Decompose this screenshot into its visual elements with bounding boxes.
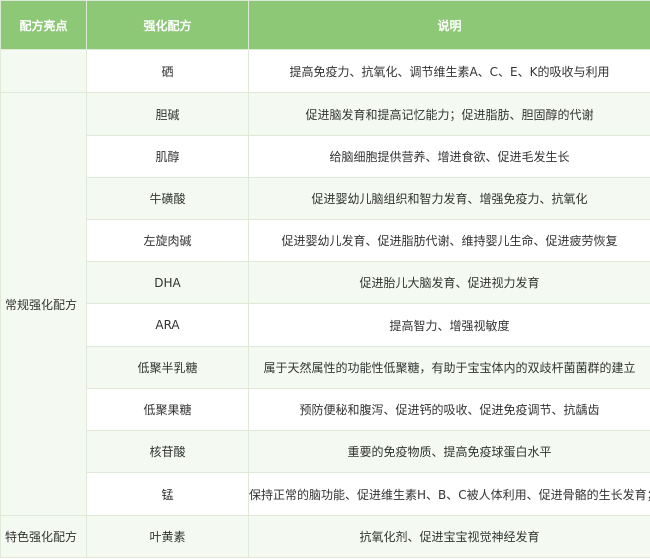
formula-name: 牛磺酸 bbox=[86, 177, 249, 220]
table-row: 硒 提高免疫力、抗氧化、调节维生素A、C、E、K的吸收与利用 bbox=[0, 49, 650, 93]
formula-name: 低聚果糖 bbox=[86, 388, 249, 431]
formula-description: 提高智力、增强视敏度 bbox=[248, 303, 650, 347]
formula-name: 胆碱 bbox=[86, 92, 249, 136]
formula-name: 低聚半乳糖 bbox=[86, 346, 249, 389]
table-row: 低聚半乳糖 属于天然属性的功能性低聚糖，有助于宝宝体内的双歧杆菌菌群的建立 bbox=[1, 346, 650, 389]
header-description: 说明 bbox=[248, 0, 650, 50]
formula-name: DHA bbox=[86, 261, 249, 304]
formula-name: 左旋肉碱 bbox=[86, 219, 249, 262]
formula-description: 促进婴幼儿脑组织和智力发育、增强免疫力、抗氧化 bbox=[248, 177, 650, 220]
table-row: 核苷酸 重要的免疫物质、提高免疫球蛋白水平 bbox=[1, 430, 650, 473]
group-label: 常规强化配方 bbox=[0, 92, 87, 516]
formula-name: 核苷酸 bbox=[86, 430, 249, 473]
table-row: ARA 提高智力、增强视敏度 bbox=[1, 303, 650, 347]
formula-description: 重要的免疫物质、提高免疫球蛋白水平 bbox=[248, 430, 650, 473]
formula-name: 叶黄素 bbox=[86, 515, 249, 558]
table-row: 肌醇 给脑细胞提供营养、增进食欲、促进毛发生长 bbox=[1, 135, 650, 178]
formula-description: 保持正常的脑功能、促进维生素H、B、C被人体利用、促进骨骼的生长发育； bbox=[248, 472, 650, 516]
formula-name: ARA bbox=[86, 303, 249, 347]
formula-description: 抗氧化剂、促进宝宝视觉神经发育 bbox=[248, 515, 650, 558]
formula-description: 给脑细胞提供营养、增进食欲、促进毛发生长 bbox=[248, 135, 650, 178]
table-header-row: 配方亮点 强化配方 说明 bbox=[0, 0, 650, 50]
table-row: DHA 促进胎儿大脑发育、促进视力发育 bbox=[1, 261, 650, 304]
formula-table: 配方亮点 强化配方 说明 硒 提高免疫力、抗氧化、调节维生素A、C、E、K的吸收… bbox=[0, 0, 650, 558]
table-row: 常规强化配方 胆碱 促进脑发育和提高记忆能力；促进脂肪、胆固醇的代谢 bbox=[0, 92, 650, 516]
formula-description: 促进婴幼儿发育、促进脂肪代谢、维持婴儿生命、促进疲劳恢复 bbox=[248, 219, 650, 262]
header-highlight: 配方亮点 bbox=[0, 0, 87, 50]
formula-description: 属于天然属性的功能性低聚糖，有助于宝宝体内的双歧杆菌菌群的建立 bbox=[248, 346, 650, 389]
table-row: 左旋肉碱 促进婴幼儿发育、促进脂肪代谢、维持婴儿生命、促进疲劳恢复 bbox=[1, 219, 650, 262]
group-label: 特色强化配方 bbox=[0, 515, 87, 558]
table-row: 低聚果糖 预防便秘和腹泻、促进钙的吸收、促进免疫调节、抗龋齿 bbox=[1, 388, 650, 431]
formula-description: 促进胎儿大脑发育、促进视力发育 bbox=[248, 261, 650, 304]
formula-name: 锰 bbox=[86, 472, 249, 516]
formula-description: 预防便秘和腹泻、促进钙的吸收、促进免疫调节、抗龋齿 bbox=[248, 388, 650, 431]
group-label bbox=[0, 49, 87, 93]
formula-description: 促进脑发育和提高记忆能力；促进脂肪、胆固醇的代谢 bbox=[248, 92, 650, 136]
table-row: 特色强化配方 叶黄素 抗氧化剂、促进宝宝视觉神经发育 bbox=[0, 515, 650, 558]
formula-description: 提高免疫力、抗氧化、调节维生素A、C、E、K的吸收与利用 bbox=[248, 49, 650, 93]
table-row: 牛磺酸 促进婴幼儿脑组织和智力发育、增强免疫力、抗氧化 bbox=[1, 177, 650, 220]
formula-name: 硒 bbox=[86, 49, 249, 93]
header-formula: 强化配方 bbox=[86, 0, 249, 50]
formula-name: 肌醇 bbox=[86, 135, 249, 178]
table-row: 锰 保持正常的脑功能、促进维生素H、B、C被人体利用、促进骨骼的生长发育； bbox=[1, 472, 650, 516]
